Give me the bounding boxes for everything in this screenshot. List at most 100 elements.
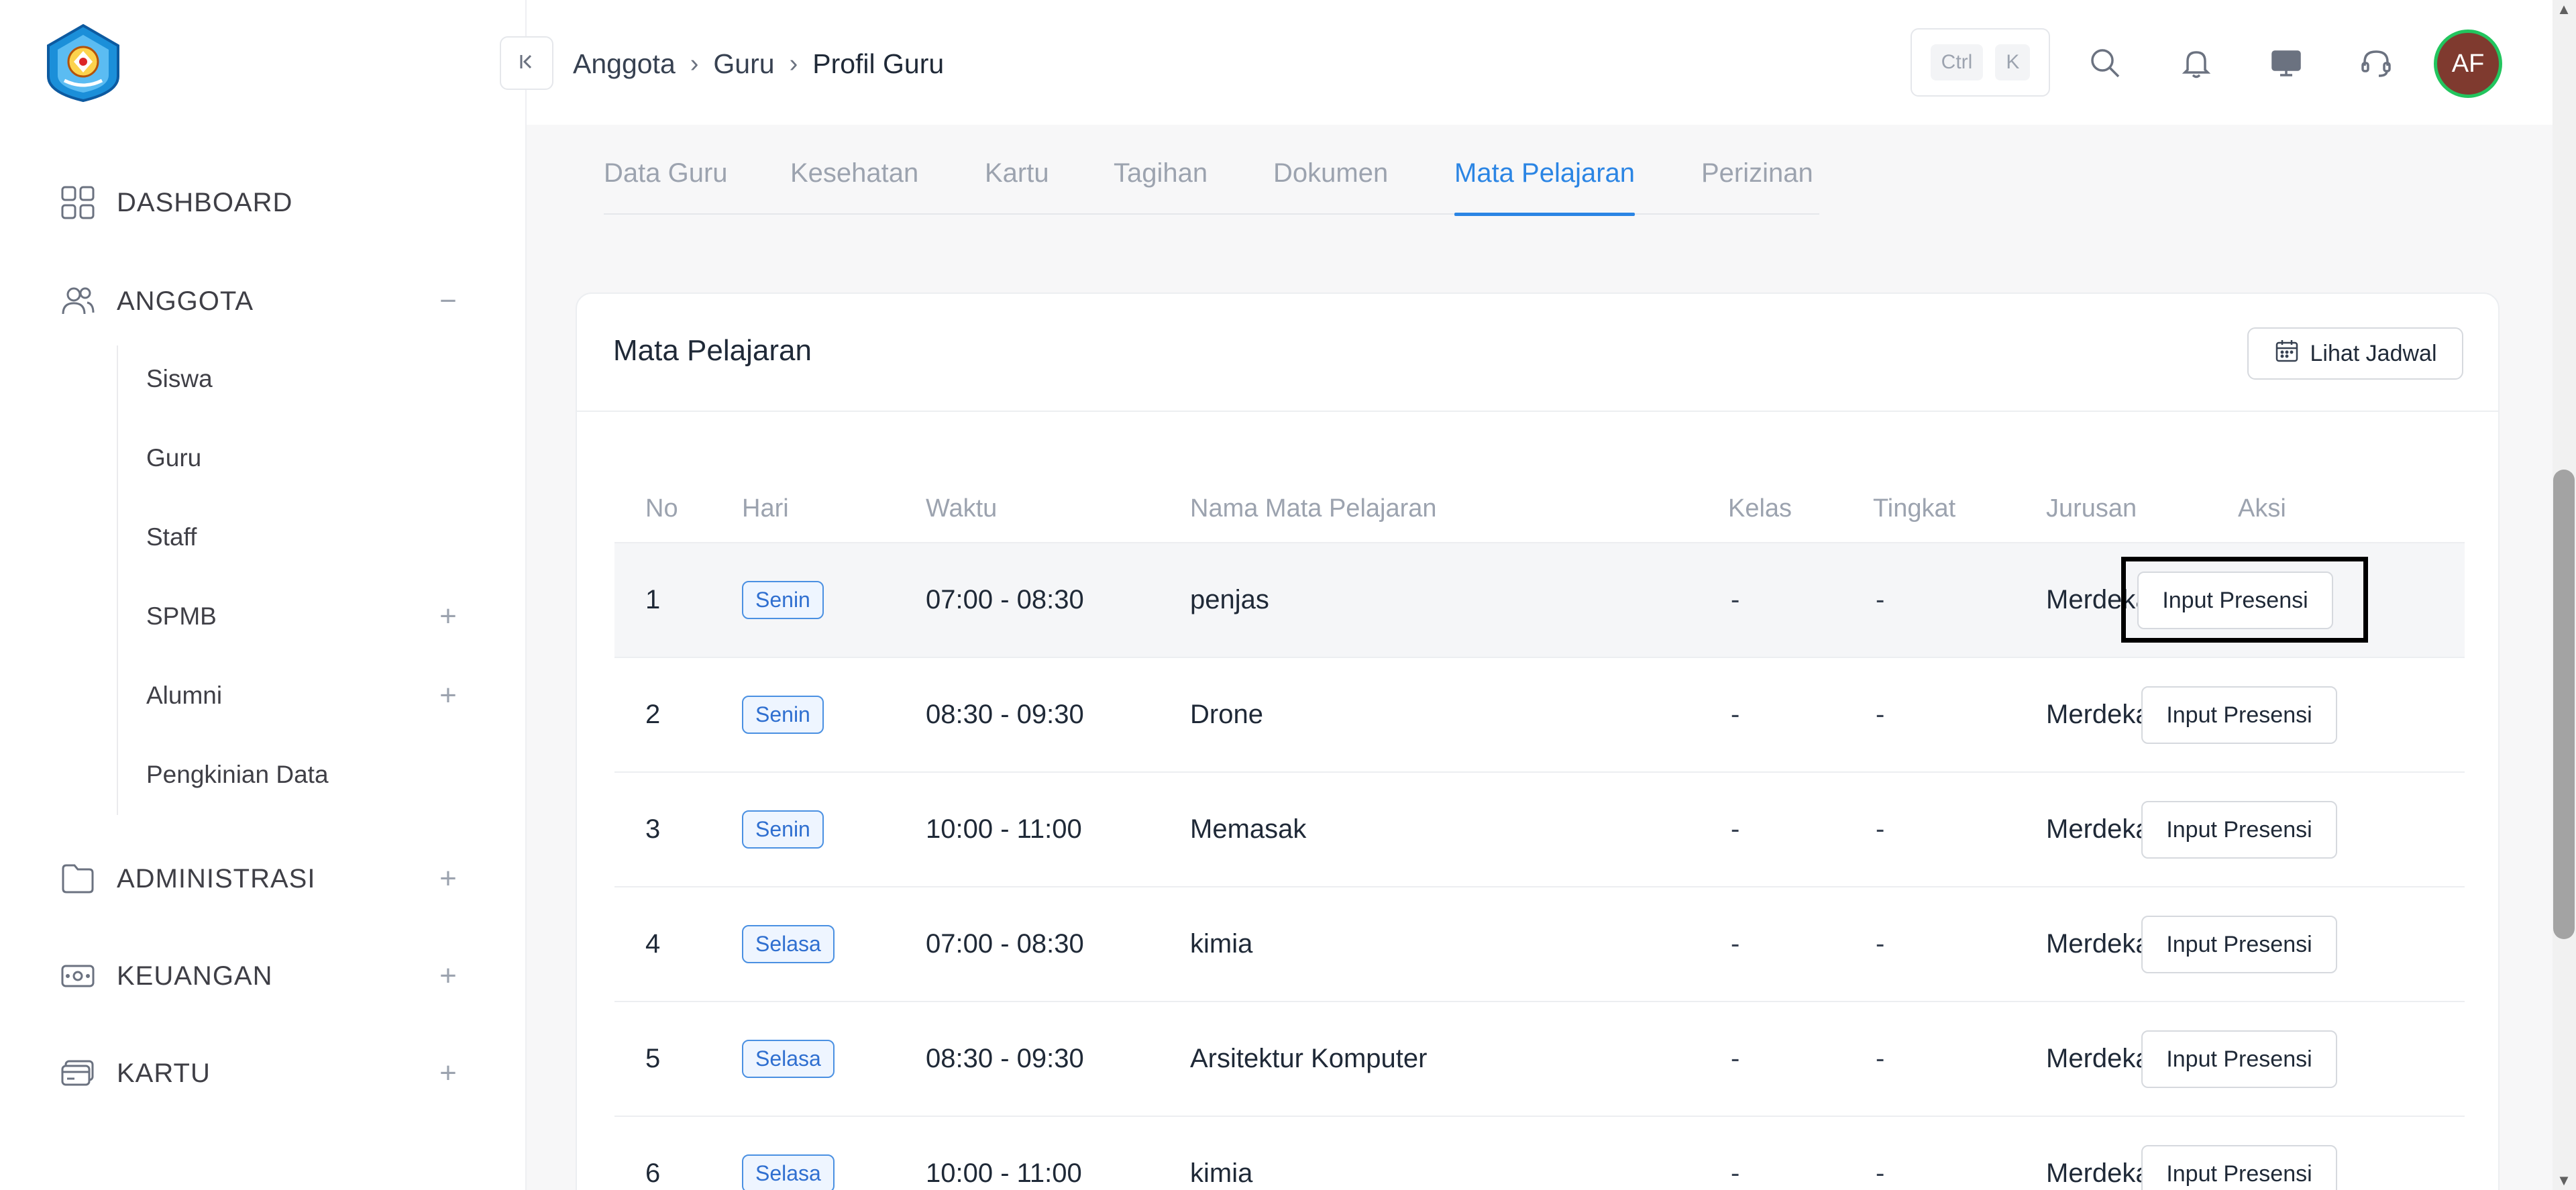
kbd-ctrl: Ctrl	[1930, 44, 1984, 80]
sidebar-subitem-label: SPMB	[146, 602, 217, 630]
column-header-no: No	[645, 494, 678, 523]
expand-icon[interactable]: +	[435, 959, 462, 993]
breadcrumb-anggota[interactable]: Anggota	[573, 48, 676, 80]
table-row[interactable]: 5 Selasa 08:30 - 09:30 Arsitektur Komput…	[614, 1002, 2465, 1117]
expand-icon[interactable]: +	[435, 679, 462, 712]
sidebar-subitem-siswa[interactable]: Siswa	[146, 356, 462, 402]
table-row[interactable]: 1 Senin 07:00 - 08:30 penjas - - Merdeka…	[614, 543, 2465, 658]
table-header: No Hari Waktu Nama Mata Pelajaran Kelas …	[614, 475, 2465, 543]
table-row[interactable]: 6 Selasa 10:00 - 11:00 kimia - - Merdeka…	[614, 1117, 2465, 1190]
cell-nama: penjas	[1190, 585, 1269, 614]
input-presensi-button[interactable]: Input Presensi	[2141, 916, 2337, 973]
collapse-sidebar-icon	[515, 50, 539, 77]
cell-kelas: -	[1731, 585, 1740, 614]
cell-nama: kimia	[1190, 1158, 1253, 1188]
column-header-tingkat: Tingkat	[1873, 494, 1956, 523]
sidebar-subitem-staff[interactable]: Staff	[146, 514, 462, 561]
tab-tagihan[interactable]: Tagihan	[1114, 148, 1208, 215]
cell-tingkat: -	[1876, 929, 1885, 959]
tab-perizinan[interactable]: Perizinan	[1701, 148, 1813, 215]
sidebar-subitem-pengkinian-data[interactable]: Pengkinian Data	[146, 751, 462, 798]
dashboard-grid-icon	[59, 184, 97, 221]
cell-no: 5	[645, 1044, 661, 1073]
column-header-kelas: Kelas	[1728, 494, 1792, 523]
cell-kelas: -	[1731, 814, 1740, 844]
expand-icon[interactable]: +	[435, 600, 462, 633]
cell-jurusan: Merdeka	[2046, 1044, 2151, 1073]
input-presensi-button[interactable]: Input Presensi	[2141, 686, 2337, 744]
sidebar-item-label: KARTU	[117, 1058, 211, 1088]
day-badge: Selasa	[742, 925, 835, 963]
day-badge: Selasa	[742, 1040, 835, 1078]
table-row[interactable]: 4 Selasa 07:00 - 08:30 kimia - - Merdeka…	[614, 887, 2465, 1002]
table-row[interactable]: 3 Senin 10:00 - 11:00 Memasak - - Merdek…	[614, 773, 2465, 887]
cell-no: 4	[645, 929, 661, 959]
headset-support-icon[interactable]	[2351, 38, 2402, 89]
scrollbar-thumb[interactable]	[2553, 470, 2575, 939]
sidebar-item-kartu[interactable]: KARTU +	[59, 1046, 462, 1100]
card-divider	[577, 411, 2498, 412]
input-presensi-button[interactable]: Input Presensi	[2141, 1145, 2337, 1190]
sidebar-item-anggota[interactable]: ANGGOTA −	[59, 274, 462, 328]
cell-jurusan: Merdeka	[2046, 814, 2151, 844]
input-presensi-button[interactable]: Input Presensi	[2141, 1030, 2337, 1088]
sidebar-item-label: ADMINISTRASI	[117, 863, 316, 894]
command-palette-button[interactable]: Ctrl K	[1911, 28, 2050, 97]
cell-jurusan: Merdeka	[2046, 700, 2151, 729]
column-header-jurusan: Jurusan	[2046, 494, 2137, 523]
input-presensi-button[interactable]: Input Presensi	[2141, 801, 2337, 859]
cell-waktu: 07:00 - 08:30	[926, 585, 1084, 614]
day-badge: Senin	[742, 581, 824, 619]
kbd-k: K	[1995, 44, 2031, 80]
tab-dokumen[interactable]: Dokumen	[1273, 148, 1388, 215]
collapse-sidebar-button[interactable]	[500, 36, 553, 90]
cell-kelas: -	[1731, 700, 1740, 729]
mata-pelajaran-card: Mata Pelajaran Lihat Jadwal No Hari Wakt…	[576, 292, 2500, 1190]
bell-icon[interactable]	[2171, 38, 2222, 89]
sidebar-subitem-label: Staff	[146, 523, 197, 551]
table-row[interactable]: 2 Senin 08:30 - 09:30 Drone - - Merdeka …	[614, 658, 2465, 773]
sidebar-subitem-spmb[interactable]: SPMB +	[146, 593, 462, 640]
view-schedule-label: Lihat Jadwal	[2310, 340, 2437, 366]
school-logo-icon[interactable]	[43, 23, 123, 103]
scroll-up-arrow-icon[interactable]: ▲	[2556, 1, 2572, 17]
folder-icon	[59, 860, 97, 898]
sidebar-item-dashboard[interactable]: DASHBOARD	[59, 176, 462, 229]
cell-no: 1	[645, 585, 661, 614]
collapse-icon[interactable]: −	[435, 284, 462, 318]
cell-waktu: 08:30 - 09:30	[926, 1044, 1084, 1073]
cell-waktu: 07:00 - 08:30	[926, 929, 1084, 959]
cell-tingkat: -	[1876, 1044, 1885, 1073]
cell-no: 2	[645, 700, 661, 729]
sidebar-subitem-label: Alumni	[146, 682, 223, 709]
sidebar-subitem-alumni[interactable]: Alumni +	[146, 672, 462, 719]
sidebar-item-label: KEUANGAN	[117, 961, 273, 991]
sidebar-subitem-guru[interactable]: Guru	[146, 435, 462, 482]
submenu-guide-line	[117, 345, 118, 815]
input-presensi-button[interactable]: Input Presensi	[2137, 572, 2333, 629]
tab-kesehatan[interactable]: Kesehatan	[790, 148, 918, 215]
breadcrumb-guru[interactable]: Guru	[713, 48, 774, 80]
cell-nama: Drone	[1190, 700, 1263, 729]
tab-data-guru[interactable]: Data Guru	[604, 148, 728, 215]
cell-jurusan: Merdeka	[2046, 1158, 2151, 1188]
card-icon	[59, 1054, 97, 1092]
day-badge: Senin	[742, 696, 824, 734]
monitor-icon[interactable]	[2261, 38, 2312, 89]
view-schedule-button[interactable]: Lihat Jadwal	[2247, 327, 2463, 380]
sidebar: DASHBOARD ANGGOTA − Siswa Guru Staff SPM…	[0, 0, 527, 1190]
scroll-down-arrow-icon[interactable]: ▼	[2556, 1173, 2572, 1189]
tab-mata-pelajaran[interactable]: Mata Pelajaran	[1454, 148, 1635, 216]
column-header-aksi: Aksi	[2238, 494, 2286, 523]
column-header-hari: Hari	[742, 494, 789, 523]
expand-icon[interactable]: +	[435, 862, 462, 896]
sidebar-item-keuangan[interactable]: KEUANGAN +	[59, 949, 462, 1003]
chevron-right-icon: ›	[789, 49, 798, 78]
expand-icon[interactable]: +	[435, 1057, 462, 1090]
cell-kelas: -	[1731, 1044, 1740, 1073]
cell-tingkat: -	[1876, 700, 1885, 729]
search-icon[interactable]	[2080, 38, 2131, 89]
user-avatar[interactable]: AF	[2434, 30, 2502, 98]
sidebar-item-administrasi[interactable]: ADMINISTRASI +	[59, 852, 462, 906]
tab-kartu[interactable]: Kartu	[985, 148, 1049, 215]
